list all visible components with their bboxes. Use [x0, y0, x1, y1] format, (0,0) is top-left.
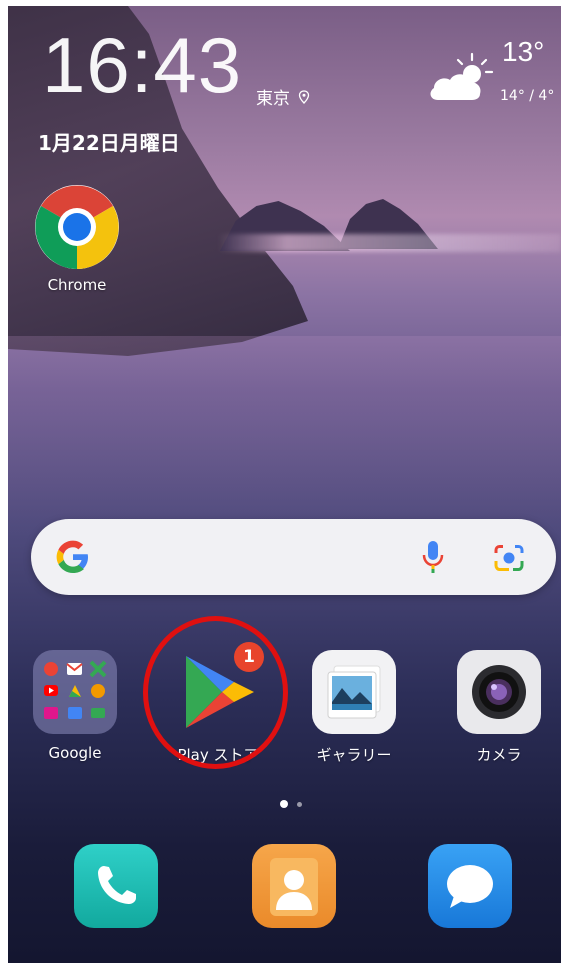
app-google-folder[interactable]: Google — [33, 650, 117, 762]
gallery-icon — [312, 650, 396, 734]
google-g-icon — [56, 540, 88, 573]
highlight-circle — [143, 616, 288, 769]
app-gallery[interactable]: ギャラリー — [312, 650, 396, 765]
city-label: 東京 — [256, 89, 290, 109]
messages-icon — [428, 844, 512, 928]
home-screen: 16:43 東京 1月22日月曜日 13° 14° / 4° Chrome Go… — [8, 6, 561, 963]
dock-contacts[interactable] — [252, 844, 336, 928]
chrome-icon — [35, 185, 119, 269]
mic-icon[interactable] — [422, 539, 444, 575]
dock-phone[interactable] — [74, 844, 158, 928]
app-label: カメラ — [476, 746, 522, 764]
temperature: 13° — [502, 36, 545, 67]
location-pin-icon — [298, 89, 310, 104]
page-indicator[interactable] — [280, 800, 302, 808]
app-label: Chrome — [47, 276, 107, 294]
phone-icon — [74, 844, 158, 928]
app-label: Google — [48, 744, 102, 762]
temperature-range: 14° / 4° — [500, 88, 555, 104]
wallpaper-city-lights — [218, 234, 561, 252]
partly-cloudy-icon[interactable] — [426, 50, 496, 106]
page-dot — [297, 801, 302, 807]
app-chrome[interactable]: Chrome — [34, 184, 120, 294]
contacts-icon — [252, 844, 336, 928]
app-camera[interactable]: カメラ — [457, 650, 541, 765]
google-search-bar[interactable] — [31, 519, 556, 595]
page-dot-active — [280, 800, 288, 808]
dock-messages[interactable] — [428, 844, 512, 928]
app-label: ギャラリー — [316, 746, 392, 764]
clock-time[interactable]: 16:43 — [42, 20, 242, 111]
wallpaper-sea — [8, 336, 561, 536]
lens-icon[interactable] — [493, 543, 525, 573]
clock-city: 東京 — [256, 84, 310, 109]
clock-date: 1月22日月曜日 — [38, 131, 180, 155]
google-folder-icon — [33, 650, 117, 734]
camera-icon — [457, 650, 541, 734]
